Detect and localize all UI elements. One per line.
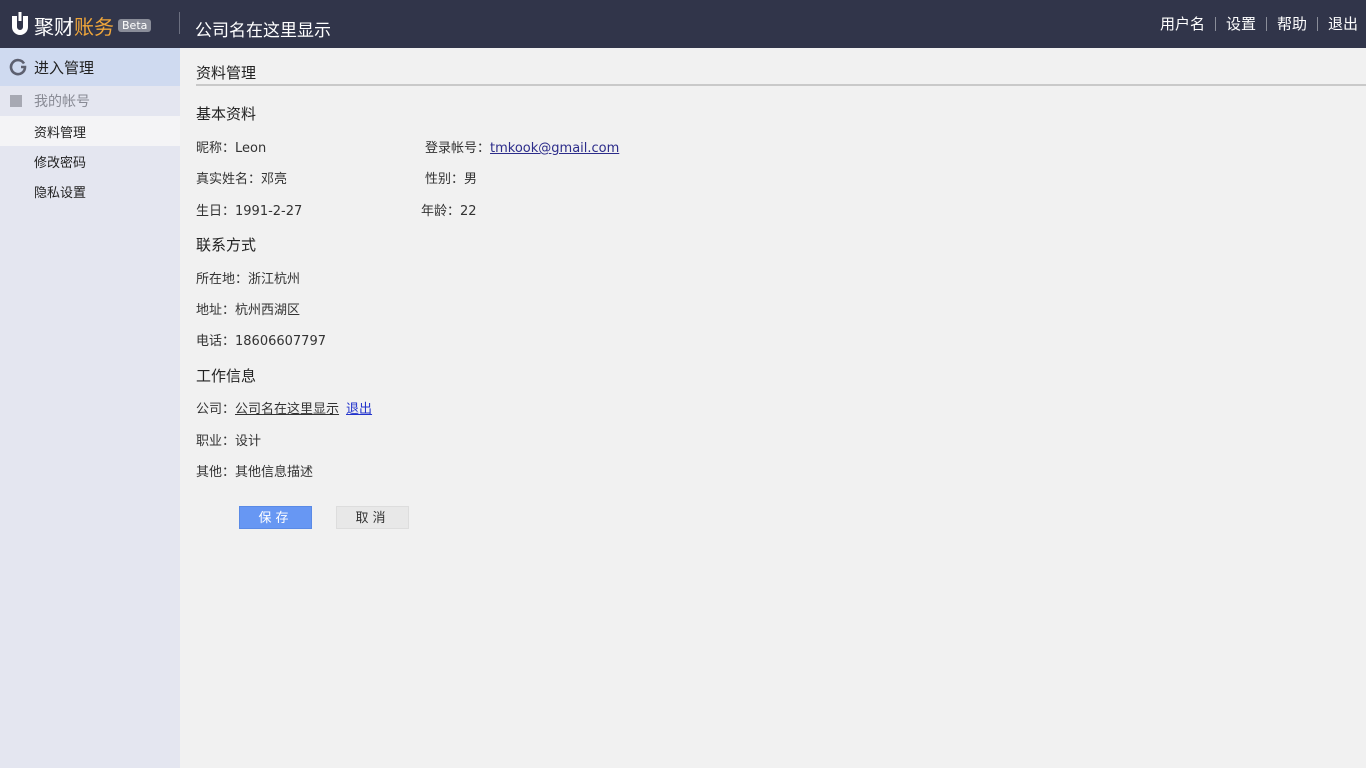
company-value: 公司名在这里显示 — [235, 402, 340, 417]
topnav-separator — [1316, 16, 1318, 31]
job-label: 职业： — [196, 434, 236, 449]
field-location: 所在地：浙江杭州 — [196, 268, 300, 287]
magnet-logo-icon — [12, 12, 28, 35]
age-label: 年龄： — [421, 204, 461, 219]
job-value: 设计 — [235, 434, 262, 449]
save-button[interactable]: 保存 — [239, 506, 312, 529]
field-nickname: 昵称：Leon — [196, 137, 266, 156]
birthday-value: 1991-2-27 — [235, 204, 303, 219]
sidebar-item-privacy[interactable]: 隐私设置 — [0, 176, 180, 206]
gender-label: 性别： — [425, 172, 465, 187]
address-value: 杭州西湖区 — [235, 303, 301, 318]
page-title: 资料管理 — [196, 64, 257, 82]
cancel-button[interactable]: 取消 — [336, 506, 409, 529]
top-bar: 聚财 账务 Beta 公司名在这里显示 用户名 设置 帮助 退出 — [0, 0, 1366, 48]
gender-value: 男 — [464, 172, 478, 187]
topnav-separator — [1214, 16, 1216, 31]
phone-label: 电话： — [196, 334, 236, 349]
company-exit-link[interactable]: 退出 — [346, 402, 372, 417]
sidebar-group-label: 我的帐号 — [34, 94, 90, 110]
topnav-logout[interactable]: 退出 — [1328, 13, 1358, 34]
beta-badge: Beta — [118, 18, 152, 32]
field-company: 公司：公司名在这里显示 退出 — [196, 398, 372, 417]
section-title-work: 工作信息 — [196, 367, 257, 385]
field-age: 年龄：22 — [421, 200, 477, 219]
realname-label: 真实姓名： — [196, 172, 262, 187]
section-title-basic: 基本资料 — [196, 105, 257, 123]
other-label: 其他： — [196, 465, 236, 480]
top-nav: 用户名 设置 帮助 退出 — [1160, 13, 1358, 34]
sidebar-head-enter-management[interactable]: 进入管理 — [0, 48, 180, 86]
topnav-separator — [1265, 16, 1267, 31]
topbar-divider — [179, 12, 180, 34]
field-login-account: 登录帐号：tmkook@gmail.com — [425, 137, 619, 156]
company-label: 公司： — [196, 402, 236, 417]
nickname-label: 昵称： — [196, 141, 236, 156]
topnav-username[interactable]: 用户名 — [1160, 13, 1205, 34]
phone-value: 18606607797 — [235, 334, 326, 349]
topnav-settings[interactable]: 设置 — [1226, 13, 1256, 34]
app-logo[interactable]: 聚财 账务 Beta — [9, 11, 152, 39]
refresh-icon — [9, 58, 27, 76]
field-phone: 电话：18606607797 — [196, 330, 326, 349]
sidebar-item-profile[interactable]: 资料管理 — [0, 116, 180, 146]
company-title: 公司名在这里显示 — [195, 21, 331, 41]
square-icon — [10, 95, 22, 107]
sidebar-group-my-account[interactable]: 我的帐号 — [0, 86, 180, 116]
age-value: 22 — [460, 204, 477, 219]
field-realname: 真实姓名：邓亮 — [196, 168, 287, 187]
realname-value: 邓亮 — [261, 172, 288, 187]
other-value: 其他信息描述 — [235, 465, 314, 480]
login-label: 登录帐号： — [425, 141, 491, 156]
main-content: 资料管理 基本资料 昵称：Leon 登录帐号：tmkook@gmail.com … — [180, 48, 1366, 768]
login-email-link[interactable]: tmkook@gmail.com — [490, 141, 619, 156]
app-name-part1: 聚财 — [34, 14, 74, 39]
title-divider — [196, 84, 1366, 86]
app-name-part2: 账务 — [74, 14, 114, 39]
field-other: 其他：其他信息描述 — [196, 461, 313, 480]
sidebar-head-label: 进入管理 — [34, 58, 95, 77]
topnav-help[interactable]: 帮助 — [1277, 13, 1307, 34]
sidebar: 进入管理 我的帐号 资料管理 修改密码 隐私设置 — [0, 48, 180, 768]
field-gender: 性别：男 — [425, 168, 477, 187]
section-title-contact: 联系方式 — [196, 236, 257, 254]
address-label: 地址： — [196, 303, 236, 318]
field-job: 职业：设计 — [196, 430, 261, 449]
birthday-label: 生日： — [196, 204, 236, 219]
nickname-value: Leon — [235, 141, 267, 156]
field-address: 地址：杭州西湖区 — [196, 299, 300, 318]
location-label: 所在地： — [196, 272, 249, 287]
location-value: 浙江杭州 — [248, 272, 301, 287]
field-birthday: 生日：1991-2-27 — [196, 200, 302, 219]
sidebar-item-change-password[interactable]: 修改密码 — [0, 146, 180, 176]
